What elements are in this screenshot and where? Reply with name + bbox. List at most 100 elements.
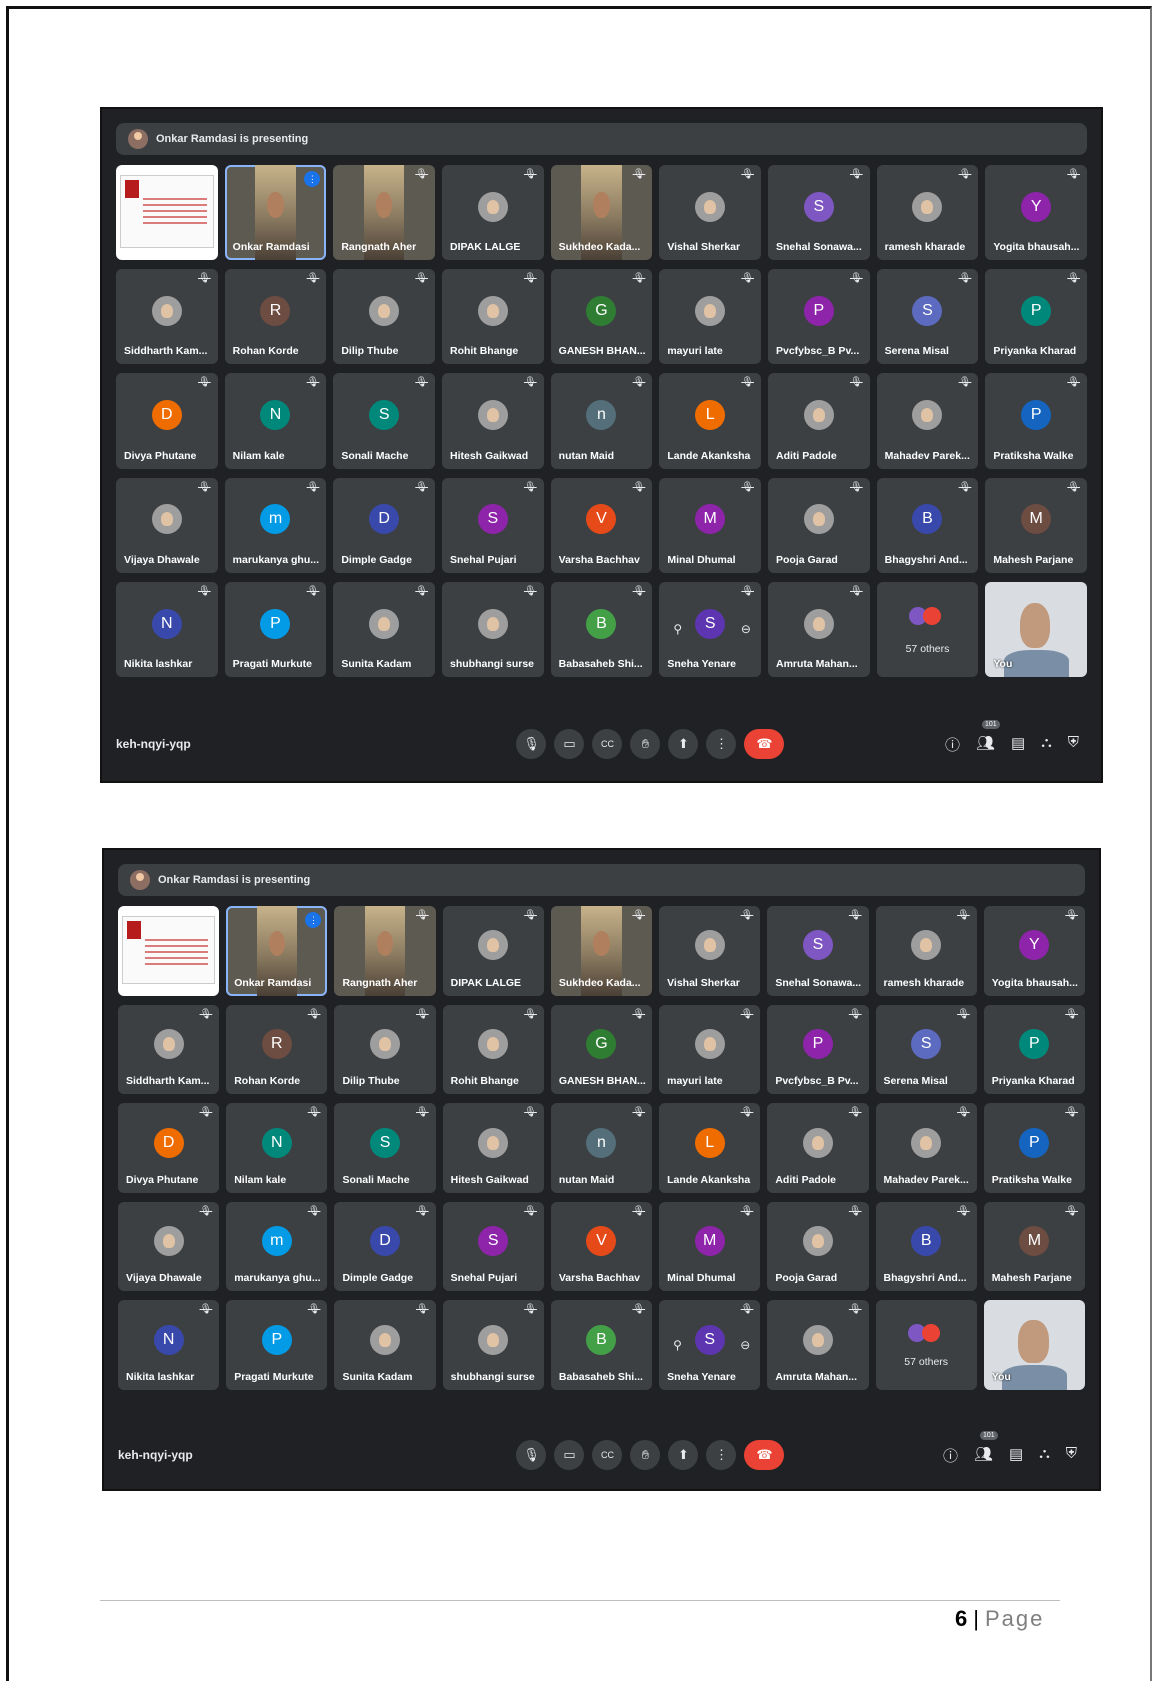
participant-tile[interactable]: 🎙︎ Sukhdeo Kada...: [550, 165, 653, 261]
mic-button[interactable]: 🎙︎: [516, 1440, 547, 1470]
present-button[interactable]: ⬆: [668, 729, 699, 759]
participant-tile[interactable]: 🎙︎ mayuri late: [659, 269, 761, 365]
participant-tile[interactable]: V 🎙︎ Varsha Bachhav: [550, 1201, 653, 1292]
self-view-tile[interactable]: You: [985, 581, 1087, 677]
participant-tile[interactable]: 🎙︎ Rohit Bhange: [442, 1004, 544, 1095]
remove-icon[interactable]: ⊖: [741, 622, 751, 636]
participant-tile[interactable]: 🎙︎ Pooja Garad: [767, 1201, 869, 1292]
participant-tile[interactable]: P 🎙︎ Pratiksha Walke: [985, 373, 1087, 469]
presentation-tile[interactable]: [116, 165, 218, 261]
others-tile[interactable]: 57 others: [875, 1300, 977, 1390]
more-options-button[interactable]: ⋮: [706, 729, 737, 759]
participant-tile[interactable]: 🎙︎ Mahadev Parek...: [876, 373, 979, 469]
participant-tile[interactable]: S ⚲ ⊖ 🎙︎ Sneha Yenare: [659, 581, 761, 677]
activities-button[interactable]: ⛬: [1039, 1445, 1050, 1466]
participant-tile[interactable]: B 🎙︎ Babasaheb Shi...: [550, 581, 653, 677]
info-button[interactable]: ⓘ: [943, 1445, 958, 1466]
chat-button[interactable]: ▤: [1011, 734, 1025, 755]
participant-tile[interactable]: B 🎙︎ Babasaheb Shi...: [550, 1300, 653, 1390]
participant-tile[interactable]: 🎙︎ Vishal Sherkar: [659, 165, 761, 261]
participant-tile[interactable]: 🎙︎ Aditi Padole: [767, 1103, 869, 1193]
participant-tile[interactable]: S 🎙︎ Snehal Pujari: [441, 477, 544, 573]
participant-tile[interactable]: N 🎙︎ Nikita lashkar: [116, 581, 218, 677]
participant-tile[interactable]: D 🎙︎ Divya Phutane: [118, 1103, 220, 1193]
participant-tile[interactable]: S 🎙︎ Snehal Sonawa...: [767, 165, 870, 261]
participant-tile[interactable]: G 🎙︎ GANESH BHAN...: [550, 269, 653, 365]
participant-tile[interactable]: 🎙︎ Sunita Kadam: [334, 1300, 436, 1390]
participant-tile[interactable]: 🎙︎ mayuri late: [659, 1004, 761, 1095]
participant-tile[interactable]: Y 🎙︎ Yogita bhausah...: [985, 165, 1087, 261]
participant-tile[interactable]: 🎙︎ Mahadev Parek...: [875, 1103, 977, 1193]
participant-tile[interactable]: N 🎙︎ Nikita lashkar: [118, 1300, 220, 1390]
others-tile[interactable]: 57 others: [876, 581, 979, 677]
participant-tile[interactable]: 🎙︎ ramesh kharade: [875, 906, 977, 996]
mic-button[interactable]: 🎙︎: [516, 729, 547, 759]
participant-tile[interactable]: 🎙︎ ramesh kharade: [876, 165, 979, 261]
participant-tile[interactable]: D 🎙︎ Dimple Gadge: [334, 1201, 436, 1292]
participant-tile[interactable]: B 🎙︎ Bhagyshri And...: [875, 1201, 977, 1292]
participant-tile[interactable]: m 🎙︎ marukanya ghu...: [224, 477, 327, 573]
participant-tile[interactable]: M 🎙︎ Mahesh Parjane: [985, 477, 1087, 573]
participant-tile[interactable]: M 🎙︎ Minal Dhumal: [659, 1201, 761, 1292]
participant-tile[interactable]: D 🎙︎ Dimple Gadge: [333, 477, 435, 573]
participant-tile[interactable]: G 🎙︎ GANESH BHAN...: [550, 1004, 653, 1095]
participant-tile[interactable]: 🎙︎ shubhangi surse: [442, 1300, 544, 1390]
participant-tile[interactable]: P 🎙︎ Pratiksha Walke: [983, 1103, 1085, 1193]
raise-hand-button[interactable]: ✋︎: [630, 729, 661, 759]
camera-button[interactable]: ▭: [554, 1440, 585, 1470]
more-options-button[interactable]: ⋮: [706, 1440, 737, 1470]
participant-tile[interactable]: Y 🎙︎ Yogita bhausah...: [983, 906, 1085, 996]
participant-tile[interactable]: m 🎙︎ marukanya ghu...: [226, 1201, 328, 1292]
presentation-tile[interactable]: [118, 906, 220, 996]
participant-tile[interactable]: n 🎙︎ nutan Maid: [550, 1103, 653, 1193]
participant-tile[interactable]: 🎙︎ shubhangi surse: [441, 581, 544, 677]
participant-tile[interactable]: M 🎙︎ Mahesh Parjane: [983, 1201, 1085, 1292]
participant-tile[interactable]: 🎙︎ Vijaya Dhawale: [116, 477, 218, 573]
activities-button[interactable]: ⛬: [1041, 734, 1052, 755]
participant-tile[interactable]: N 🎙︎ Nilam kale: [224, 373, 327, 469]
participant-tile[interactable]: S 🎙︎ Serena Misal: [875, 1004, 977, 1095]
participant-tile[interactable]: 🎙︎ Rangnath Aher: [334, 906, 436, 996]
participant-tile[interactable]: 🎙︎ Siddharth Kam...: [118, 1004, 220, 1095]
camera-button[interactable]: ▭: [554, 729, 585, 759]
participant-tile[interactable]: R 🎙︎ Rohan Korde: [224, 269, 327, 365]
participant-tile[interactable]: 🎙︎ Hitesh Gaikwad: [442, 1103, 544, 1193]
pin-icon[interactable]: ⚲: [673, 622, 682, 636]
participant-tile[interactable]: S 🎙︎ Snehal Pujari: [442, 1201, 544, 1292]
participant-tile[interactable]: 🎙︎ Vijaya Dhawale: [118, 1201, 220, 1292]
participant-tile[interactable]: S 🎙︎ Sonali Mache: [334, 1103, 436, 1193]
participant-tile[interactable]: P 🎙︎ Pragati Murkute: [226, 1300, 328, 1390]
end-call-button[interactable]: ☎︎: [744, 729, 785, 759]
self-view-tile[interactable]: You: [983, 1300, 1085, 1390]
participant-tile[interactable]: 🎙︎ Dilip Thube: [333, 269, 435, 365]
raise-hand-button[interactable]: ✋︎: [630, 1440, 661, 1470]
participant-tile[interactable]: D 🎙︎ Divya Phutane: [116, 373, 218, 469]
participant-tile[interactable]: B 🎙︎ Bhagyshri And...: [876, 477, 979, 573]
participant-tile[interactable]: P 🎙︎ Pragati Murkute: [224, 581, 327, 677]
participant-tile[interactable]: 🎙︎ Amruta Mahan...: [767, 581, 870, 677]
participant-tile[interactable]: S 🎙︎ Snehal Sonawa...: [767, 906, 869, 996]
captions-button[interactable]: CC: [592, 729, 623, 759]
participant-tile[interactable]: 🎙︎ Rangnath Aher: [333, 165, 435, 261]
participant-tile[interactable]: 🎙︎ Amruta Mahan...: [767, 1300, 869, 1390]
participant-tile[interactable]: 🎙︎ Sunita Kadam: [333, 581, 435, 677]
host-controls-button[interactable]: ⛨: [1066, 1445, 1077, 1466]
participant-tile[interactable]: P 🎙︎ Pvcfybsc_B Pv...: [767, 1004, 869, 1095]
host-controls-button[interactable]: ⛨: [1068, 734, 1079, 755]
participant-tile[interactable]: 🎙︎ Hitesh Gaikwad: [441, 373, 544, 469]
participant-tile[interactable]: 🎙︎ Aditi Padole: [767, 373, 870, 469]
participant-tile[interactable]: 🎙︎ Siddharth Kam...: [116, 269, 218, 365]
remove-icon[interactable]: ⊖: [740, 1338, 750, 1352]
present-button[interactable]: ⬆: [668, 1440, 699, 1470]
participant-tile[interactable]: 🎙︎ Rohit Bhange: [441, 269, 544, 365]
participant-tile[interactable]: ⋮ Onkar Ramdasi: [224, 165, 327, 261]
participant-tile[interactable]: S 🎙︎ Sonali Mache: [333, 373, 435, 469]
participant-tile[interactable]: V 🎙︎ Varsha Bachhav: [550, 477, 653, 573]
participant-tile[interactable]: M 🎙︎ Minal Dhumal: [659, 477, 761, 573]
participant-tile[interactable]: 🎙︎ Pooja Garad: [767, 477, 870, 573]
participant-tile[interactable]: R 🎙︎ Rohan Korde: [226, 1004, 328, 1095]
participant-tile[interactable]: L 🎙︎ Lande Akanksha: [659, 373, 761, 469]
participant-tile[interactable]: 🎙︎ DIPAK LALGE: [441, 165, 544, 261]
participant-tile[interactable]: 🎙︎ DIPAK LALGE: [442, 906, 544, 996]
participant-tile[interactable]: N 🎙︎ Nilam kale: [226, 1103, 328, 1193]
